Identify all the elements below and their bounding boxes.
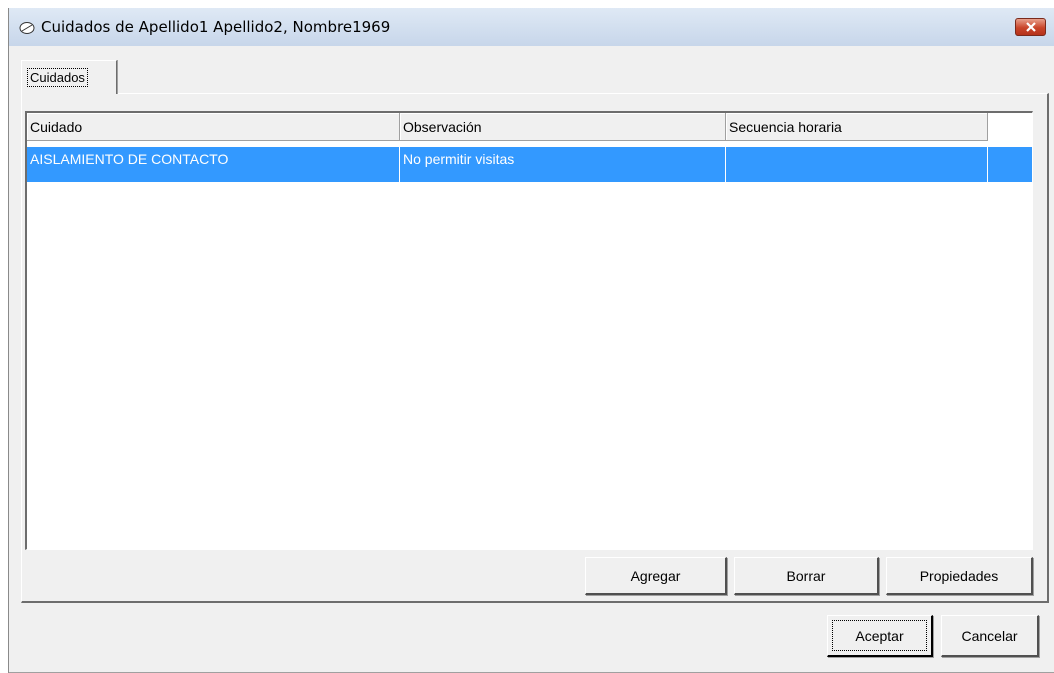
tab-cuidados[interactable]: Cuidados [21, 60, 117, 94]
cell-filler [988, 147, 1032, 182]
cancelar-button[interactable]: Cancelar [941, 615, 1039, 657]
title-bar[interactable]: Cuidados de Apellido1 Apellido2, Nombre1… [9, 8, 1054, 46]
cuidados-dialog: Cuidados de Apellido1 Apellido2, Nombre1… [8, 8, 1054, 673]
close-button[interactable] [1015, 18, 1046, 36]
cell-secuencia-horaria [726, 147, 988, 182]
cell-cuidado: AISLAMIENTO DE CONTACTO [27, 147, 400, 182]
focus-rect [832, 620, 927, 651]
agregar-button[interactable]: Agregar [585, 557, 727, 595]
aceptar-button[interactable]: Aceptar [827, 615, 933, 657]
close-icon [1025, 22, 1036, 32]
pill-icon [19, 22, 35, 34]
cuidados-grid[interactable]: Cuidado Observación Secuencia horaria AI… [25, 111, 1033, 550]
table-row[interactable]: AISLAMIENTO DE CONTACTO No permitir visi… [27, 147, 1032, 182]
column-header-observacion[interactable]: Observación [400, 113, 726, 141]
grid-header: Cuidado Observación Secuencia horaria [27, 113, 1032, 142]
propiedades-button[interactable]: Propiedades [886, 557, 1033, 595]
tab-label: Cuidados [27, 68, 88, 87]
column-header-secuencia-horaria[interactable]: Secuencia horaria [726, 113, 988, 141]
cell-observacion: No permitir visitas [400, 147, 726, 182]
column-header-cuidado[interactable]: Cuidado [27, 113, 400, 141]
window-title: Cuidados de Apellido1 Apellido2, Nombre1… [41, 18, 391, 36]
borrar-button[interactable]: Borrar [734, 557, 879, 595]
